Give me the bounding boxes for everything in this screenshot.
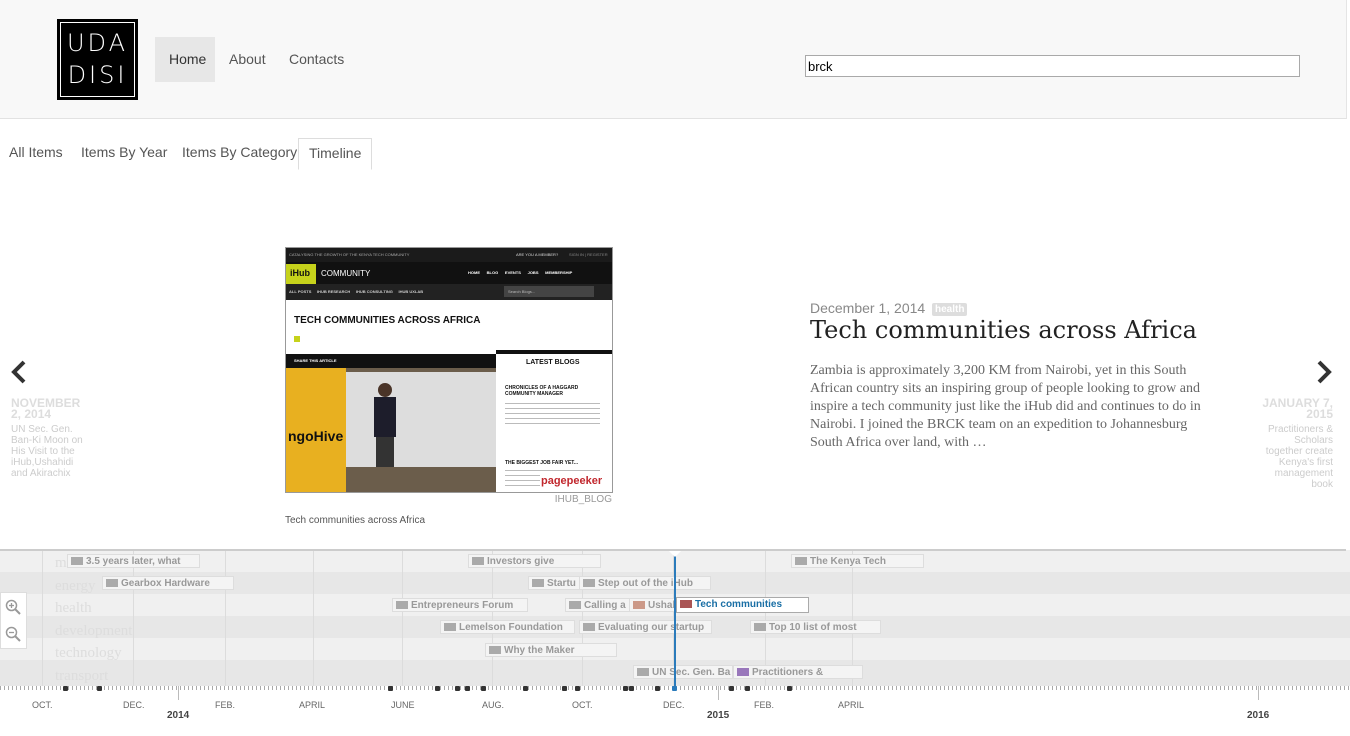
nav-home[interactable]: Home: [155, 37, 215, 82]
timeline-flag[interactable]: Entrepreneurs Forum: [392, 598, 528, 612]
category-label: transport: [55, 668, 109, 684]
search-input[interactable]: [805, 55, 1300, 77]
tab-timeline[interactable]: Timeline: [298, 138, 373, 170]
current-position-marker: [674, 550, 676, 690]
tab-items-by-year[interactable]: Items By Year: [81, 138, 167, 168]
category-label: energy: [55, 578, 96, 594]
year-label: 2015: [707, 710, 730, 721]
category-label: development: [55, 623, 133, 639]
slide-date: December 1, 2014: [810, 300, 926, 316]
next-text: Practitioners & Scholars together create…: [1265, 424, 1333, 490]
chevron-left-icon[interactable]: [10, 358, 30, 392]
year-label: 2016: [1247, 710, 1270, 721]
timeline-navigator[interactable]: m energy health development technology t…: [0, 550, 1350, 736]
timeline-flag[interactable]: Step out of the iHub: [579, 576, 711, 590]
category-label: technology: [55, 645, 122, 661]
zoom-out-icon[interactable]: [5, 626, 21, 642]
media-screenshot[interactable]: CATALYSING THE GROWTH OF THE KENYA TECH …: [285, 247, 613, 493]
timeline-flag[interactable]: UN Sec. Gen. Ba: [633, 665, 733, 679]
watermark-logo: pagepeeker: [540, 475, 604, 487]
year-label: 2014: [167, 710, 190, 721]
slide-description: Zambia is approximately 3,200 KM from Na…: [810, 363, 1201, 450]
month-label: APRIL: [299, 700, 326, 710]
timeline-flag[interactable]: Lemelson Foundation: [440, 620, 575, 634]
timeline-flag[interactable]: Why the Maker: [485, 643, 617, 657]
next-slide-preview[interactable]: JANUARY 7, 2015 Practitioners & Scholars…: [1258, 397, 1333, 490]
tab-items-by-category[interactable]: Items By Category: [182, 138, 297, 168]
media-caption: Tech communities across Africa: [285, 515, 426, 526]
chevron-right-icon[interactable]: [1313, 358, 1333, 392]
category-label: health: [55, 600, 92, 616]
timeline-flag[interactable]: Investors give: [468, 554, 601, 568]
timeline-flag[interactable]: Top 10 list of most: [750, 620, 881, 634]
media-credit: IHUB_BLOG: [554, 494, 612, 505]
month-label: APRIL: [838, 700, 865, 710]
nav-about[interactable]: About: [215, 37, 280, 82]
prev-slide-preview[interactable]: NOVEMBER 2, 2014 UN Sec. Gen. Ban-Ki Moo…: [11, 397, 91, 479]
month-label: FEB.: [754, 700, 775, 710]
month-label: OCT.: [572, 700, 593, 710]
tab-all-items[interactable]: All Items: [9, 138, 63, 168]
prev-text: UN Sec. Gen. Ban-Ki Moon on His Visit to…: [11, 424, 83, 479]
timeline-flag[interactable]: Practitioners &: [733, 665, 863, 679]
timeline-flag[interactable]: Calling a: [565, 598, 635, 612]
timeline-flag[interactable]: The Kenya Tech: [791, 554, 924, 568]
timeline-flag[interactable]: Evaluating our startup: [579, 620, 712, 634]
month-label: FEB.: [215, 700, 236, 710]
prev-date-line2: 2, 2014: [11, 407, 52, 421]
next-date-line2: 2015: [1306, 407, 1333, 421]
nav-contacts[interactable]: Contacts: [275, 37, 358, 82]
category-badge: health: [932, 303, 968, 316]
month-label: OCT.: [32, 700, 53, 710]
zoom-in-icon[interactable]: [5, 599, 21, 615]
category-label: m: [55, 555, 67, 571]
month-label: AUG.: [482, 700, 505, 710]
timeline-axis[interactable]: OCT. DEC. FEB. APRIL JUNE AUG. OCT. DEC.…: [0, 686, 1350, 736]
month-label: JUNE: [391, 700, 415, 710]
slide-title: Tech communities across Africa: [810, 316, 1197, 344]
timeline-flag[interactable]: Ushal: [629, 598, 679, 612]
timeline-divider: [0, 549, 1346, 551]
site-logo[interactable]: UDA DISI: [57, 19, 138, 100]
zoom-controls: [0, 592, 27, 649]
month-label: DEC.: [663, 700, 685, 710]
timeline-flag[interactable]: Gearbox Hardware: [102, 576, 234, 590]
timeline-flag-active[interactable]: Tech communities: [676, 597, 809, 613]
timeline-flag[interactable]: 3.5 years later, what: [67, 554, 200, 568]
month-label: DEC.: [123, 700, 145, 710]
current-position-pointer: [668, 550, 682, 557]
